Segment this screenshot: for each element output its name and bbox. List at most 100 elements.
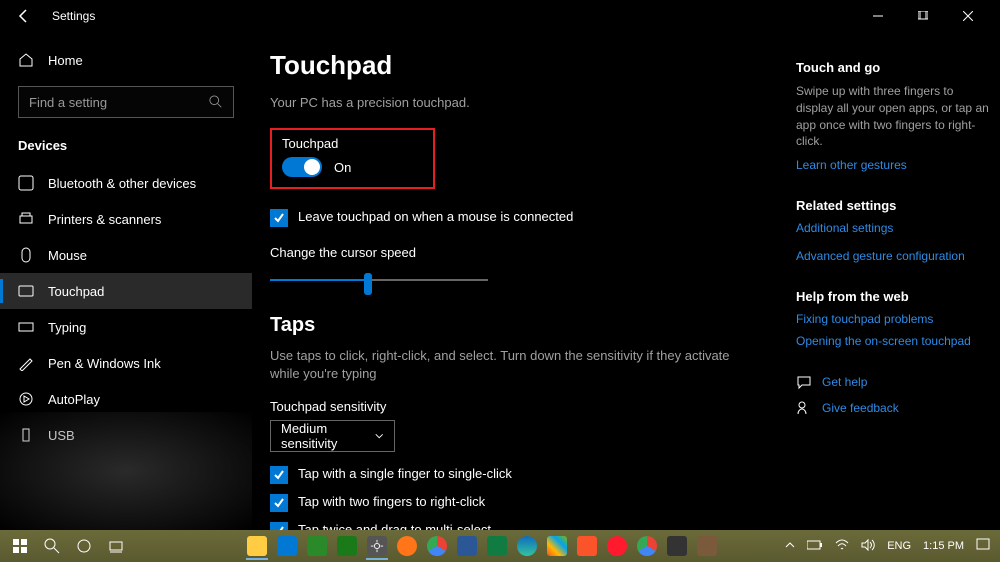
explorer-app[interactable]	[242, 532, 272, 560]
word-icon	[457, 536, 477, 556]
nav-pen[interactable]: Pen & Windows Ink	[0, 345, 252, 381]
taps-heading: Taps	[270, 314, 760, 337]
home-icon	[18, 52, 34, 68]
tap-two-checkbox[interactable]	[270, 494, 288, 512]
right-pane: Touch and go Swipe up with three fingers…	[796, 50, 994, 530]
window-title: Settings	[52, 9, 95, 23]
help-touchpad-link[interactable]: Fixing touchpad problems	[796, 312, 994, 326]
tap-single-checkbox[interactable]	[270, 466, 288, 484]
additional-settings-link[interactable]: Additional settings	[796, 221, 994, 235]
wifi-icon[interactable]	[829, 539, 855, 554]
excel-icon	[487, 536, 507, 556]
leave-on-checkbox[interactable]	[270, 209, 288, 227]
chrome-app[interactable]	[422, 532, 452, 560]
search-button[interactable]	[36, 532, 68, 560]
nav-label: Pen & Windows Ink	[48, 356, 161, 371]
maximize-icon	[918, 11, 928, 21]
help-heading: Help from the web	[796, 289, 994, 304]
volume-icon[interactable]	[855, 539, 881, 554]
tray-chevron[interactable]	[779, 540, 801, 553]
touch-go-desc: Swipe up with three fingers to display a…	[796, 83, 994, 150]
cursor-speed-label: Change the cursor speed	[270, 245, 760, 260]
edge-icon	[517, 536, 537, 556]
sensitivity-label: Touchpad sensitivity	[270, 399, 760, 414]
nav-mouse[interactable]: Mouse	[0, 237, 252, 273]
mouse-icon	[18, 247, 34, 263]
home-label: Home	[48, 53, 83, 68]
titlebar: Settings	[0, 0, 1000, 32]
page-heading: Touchpad	[270, 50, 760, 81]
related-heading: Related settings	[796, 198, 994, 213]
cursor-speed-slider[interactable]	[270, 268, 488, 292]
misc-app[interactable]	[692, 532, 722, 560]
notifications-button[interactable]	[970, 538, 996, 555]
mail-app[interactable]	[272, 532, 302, 560]
feedback-link[interactable]: Give feedback	[822, 401, 899, 415]
main-pane: Touchpad Your PC has a precision touchpa…	[270, 50, 760, 530]
word-app[interactable]	[452, 532, 482, 560]
office-app[interactable]	[542, 532, 572, 560]
calc-app[interactable]	[662, 532, 692, 560]
advanced-gesture-link[interactable]: Advanced gesture configuration	[796, 249, 994, 263]
opera-app[interactable]	[602, 532, 632, 560]
chrome-icon	[637, 536, 657, 556]
close-icon	[963, 11, 973, 21]
firefox-icon	[397, 536, 417, 556]
search-box[interactable]	[18, 86, 234, 118]
notification-icon	[976, 538, 990, 552]
taps-desc: Use taps to click, right-click, and sele…	[270, 347, 760, 383]
taskview-icon	[108, 538, 124, 554]
firefox-app[interactable]	[392, 532, 422, 560]
nav-bluetooth[interactable]: Bluetooth & other devices	[0, 165, 252, 201]
help-onscreen-link[interactable]: Opening the on-screen touchpad	[796, 334, 994, 348]
sensitivity-dropdown[interactable]: Medium sensitivity	[270, 420, 395, 452]
tap-label: Tap with a single finger to single-click	[298, 466, 512, 481]
minimize-icon	[873, 11, 883, 21]
camtasia-app[interactable]	[332, 532, 362, 560]
nav-label: Printers & scanners	[48, 212, 161, 227]
get-help-link[interactable]: Get help	[822, 375, 867, 389]
gear-icon	[367, 536, 387, 556]
check-icon	[273, 469, 285, 481]
excel-app[interactable]	[482, 532, 512, 560]
slider-fill	[270, 279, 368, 281]
nav-touchpad[interactable]: Touchpad	[0, 273, 252, 309]
sensitivity-value: Medium sensitivity	[281, 421, 374, 451]
settings-app[interactable]	[362, 532, 392, 560]
store-app[interactable]	[302, 532, 332, 560]
minimize-button[interactable]	[855, 1, 900, 31]
edge-app[interactable]	[512, 532, 542, 560]
start-button[interactable]	[4, 532, 36, 560]
maximize-button[interactable]	[900, 1, 945, 31]
nav-printers[interactable]: Printers & scanners	[0, 201, 252, 237]
nav-label: Bluetooth & other devices	[48, 176, 196, 191]
taskview-button[interactable]	[100, 532, 132, 560]
system-tray: ENG 1:15 PM	[779, 538, 996, 555]
touch-go-heading: Touch and go	[796, 60, 994, 75]
language-indicator[interactable]: ENG	[881, 540, 917, 552]
touchpad-toggle[interactable]	[282, 157, 322, 177]
close-button[interactable]	[945, 1, 990, 31]
clock[interactable]: 1:15 PM	[917, 540, 970, 552]
cortana-button[interactable]	[68, 532, 100, 560]
opera-icon	[607, 536, 627, 556]
chrome2-app[interactable]	[632, 532, 662, 560]
nav-typing[interactable]: Typing	[0, 309, 252, 345]
learn-gestures-link[interactable]: Learn other gestures	[796, 158, 994, 172]
keyboard-icon	[18, 319, 34, 335]
check-icon	[273, 497, 285, 509]
touchpad-icon	[18, 283, 34, 299]
office-icon	[547, 536, 567, 556]
search-input[interactable]	[29, 95, 209, 110]
battery-icon[interactable]	[801, 540, 829, 553]
back-button[interactable]	[10, 2, 38, 30]
brave-app[interactable]	[572, 532, 602, 560]
calc-icon	[667, 536, 687, 556]
tap-drag-checkbox[interactable]	[270, 522, 288, 530]
nav-label: Mouse	[48, 248, 87, 263]
home-button[interactable]: Home	[0, 42, 252, 78]
folder-icon	[247, 536, 267, 556]
window-controls	[855, 1, 990, 31]
slider-thumb[interactable]	[364, 273, 372, 295]
category-header: Devices	[0, 126, 252, 165]
